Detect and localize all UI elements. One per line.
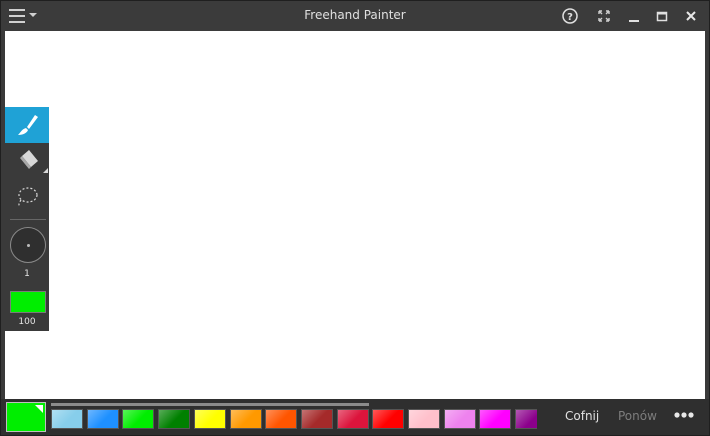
palette-swatch[interactable]	[122, 409, 155, 429]
palette-swatch[interactable]	[443, 409, 476, 429]
more-dots-icon	[674, 412, 694, 418]
palette-swatch[interactable]	[515, 409, 537, 429]
help-button[interactable]: ?	[559, 7, 581, 25]
tool-panel: 1 100	[5, 107, 49, 331]
palette-swatch[interactable]	[479, 409, 512, 429]
app-window: Freehand Painter ? 1 100 Cofnij Ponów	[0, 0, 710, 436]
palette-swatch[interactable]	[193, 409, 226, 429]
close-button[interactable]	[680, 7, 702, 25]
color-picker-corner-icon	[35, 405, 43, 413]
current-color-button[interactable]	[6, 402, 46, 432]
drawing-canvas[interactable]	[5, 31, 705, 399]
palette-swatch[interactable]	[265, 409, 298, 429]
lasso-icon	[18, 187, 38, 207]
brush-size-label: 1	[24, 269, 30, 279]
palette-scrollbar[interactable]	[51, 403, 369, 406]
close-icon	[686, 11, 696, 21]
lasso-select-tool[interactable]	[5, 179, 49, 215]
help-icon: ?	[562, 8, 578, 24]
palette-swatch[interactable]	[86, 409, 119, 429]
fullscreen-button[interactable]	[593, 7, 615, 25]
opacity-label: 100	[18, 317, 36, 327]
brush-icon	[18, 115, 38, 135]
fullscreen-icon	[598, 10, 610, 22]
maximize-button[interactable]	[651, 7, 673, 25]
more-options-button[interactable]	[673, 407, 695, 423]
maximize-icon	[656, 11, 668, 22]
palette-swatch[interactable]	[408, 409, 440, 429]
undo-button[interactable]: Cofnij	[565, 409, 599, 423]
palette-swatch[interactable]	[300, 409, 333, 429]
redo-button[interactable]: Ponów	[618, 409, 657, 423]
opacity-color-swatch[interactable]	[10, 291, 46, 313]
eraser-icon	[20, 150, 48, 173]
svg-text:?: ?	[567, 12, 573, 23]
minimize-icon	[629, 20, 639, 22]
palette-swatch[interactable]	[229, 409, 262, 429]
minimize-button[interactable]	[623, 7, 645, 25]
brush-size-control[interactable]	[10, 227, 46, 263]
bottom-toolbar: Cofnij Ponów	[1, 399, 709, 435]
palette-swatch[interactable]	[158, 409, 191, 429]
palette-swatch[interactable]	[372, 409, 405, 429]
title-bar: Freehand Painter ?	[1, 1, 709, 31]
color-palette	[51, 409, 537, 429]
palette-swatch[interactable]	[336, 409, 369, 429]
eraser-tool[interactable]	[5, 144, 49, 180]
tool-separator	[10, 219, 46, 220]
brush-tool[interactable]	[5, 107, 49, 143]
brush-size-dot	[27, 244, 30, 247]
palette-swatch[interactable]	[51, 409, 83, 429]
